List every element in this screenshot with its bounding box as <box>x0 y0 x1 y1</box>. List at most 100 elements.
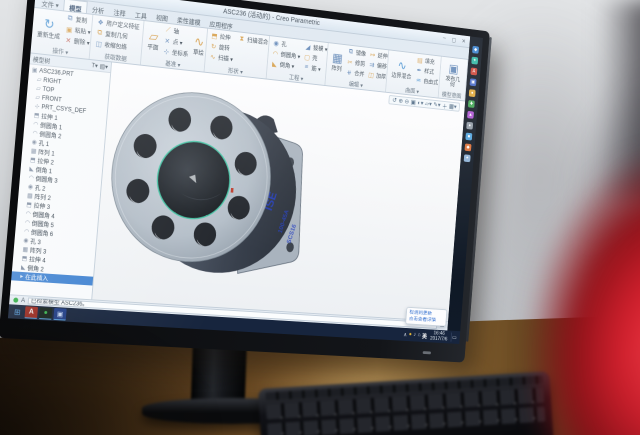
desktop-shortcut-icon[interactable]: ▲ <box>467 111 474 119</box>
taskbar-app-icon[interactable]: ● <box>39 307 52 320</box>
feature-icon: ◣ <box>29 165 34 172</box>
graphics-toolbar-icon[interactable]: ▱▾ <box>425 100 432 108</box>
ribbon-button[interactable]: ∿边界混合 <box>388 52 415 87</box>
ribbon-button-icon: ✒ <box>416 66 423 74</box>
graphics-toolbar-icon[interactable]: ◐▾ <box>417 99 423 107</box>
ribbon-button-icon: ≡ <box>303 64 310 71</box>
taskbar-apps: A●▣ <box>24 306 66 320</box>
ribbon-button-icon: ▣ <box>448 61 459 77</box>
ribbon-button[interactable]: ⧺合并 <box>344 67 367 80</box>
ribbon-button-icon: ◢ <box>304 43 311 51</box>
desktop-shortcut-icon[interactable]: A <box>470 67 477 75</box>
tray-icon[interactable]: ♪ <box>413 332 416 338</box>
feature-icon: ⬒ <box>34 112 40 119</box>
graphics-toolbar-icon[interactable]: ＋ <box>442 101 448 111</box>
ribbon-button[interactable]: ⊹坐标系 <box>160 45 190 59</box>
ribbon-button[interactable]: ▣发布几何 <box>440 58 465 92</box>
tray-icon[interactable]: ⌂ <box>417 332 420 338</box>
ribbon-button[interactable]: ◫加厚 <box>366 69 389 82</box>
ribbon-button-icon: ✂ <box>346 58 353 66</box>
minimize-button[interactable]: – <box>440 35 448 42</box>
notification-line: 点击查看详情 <box>409 316 444 324</box>
graphics-toolbar-icon[interactable]: ✎▾ <box>433 101 441 109</box>
ribbon-button[interactable]: ≡筋 ▾ <box>301 62 328 75</box>
monitor: □⇓↶↷↻▾ ASC236 (活动的) - Creo Parametric – … <box>0 0 490 363</box>
ribbon-button-icon: ↻ <box>210 42 218 50</box>
desktop-shortcut-icon[interactable]: ✦ <box>464 154 471 162</box>
photo-scene: □⇓↶↷↻▾ ASC236 (活动的) - Creo Parametric – … <box>0 0 640 435</box>
feature-icon: ◠ <box>25 210 31 217</box>
ribbon-button[interactable]: ↻重新生成 <box>33 9 65 47</box>
ribbon-button-icon: ∿ <box>209 52 217 60</box>
feature-icon: ⬒ <box>21 255 27 262</box>
model-tree-toolbar-icon[interactable]: ▤▾ <box>99 63 108 71</box>
status-select-icon[interactable]: A <box>21 297 25 303</box>
ribbon-button[interactable]: ⧗扫描混合 <box>236 33 270 47</box>
feature-icon: ◠ <box>24 228 30 235</box>
desktop-shortcut-icon[interactable]: ● <box>466 122 473 130</box>
notification-bubble[interactable]: 检测到更新 点击查看详情 <box>405 307 447 327</box>
feature-icon: ◉ <box>31 139 37 146</box>
ribbon-button-icon: ♒ <box>415 76 422 84</box>
ribbon-button-icon: ✕ <box>163 37 171 46</box>
ribbon-button-icon: ◠ <box>272 49 280 57</box>
taskbar-app-icon[interactable]: ▣ <box>53 308 66 321</box>
ribbon-group-operations: ↻重新生成⧉复制▣粘贴 ▾✕删除 ▾ 操作 ▾ <box>31 8 94 59</box>
ribbon-button-icon: ∿ <box>397 58 407 74</box>
desktop-shortcut-icon[interactable]: ● <box>469 89 476 97</box>
ribbon-button-icon: ⇉ <box>368 61 375 69</box>
desktop-shortcut-icon[interactable]: ◆ <box>465 143 472 151</box>
close-button[interactable]: ✕ <box>460 37 468 44</box>
desktop-shortcut-icon[interactable]: ◆ <box>472 46 479 54</box>
feature-icon: ◉ <box>28 183 34 190</box>
feature-icon: ▸ <box>20 273 24 280</box>
taskbar-clock[interactable]: 16:46 2017/7/6 <box>428 330 449 342</box>
ribbon-button-icon: ✕ <box>64 36 72 45</box>
ribbon-button-icon: ❖ <box>97 18 105 27</box>
3d-model-flange[interactable]: ISE 100-45A SCS16 <box>95 65 326 304</box>
ribbon-button[interactable]: ∿扫描 ▾ <box>207 51 235 65</box>
model-tree-toolbar-icon[interactable]: T▾ <box>91 62 98 70</box>
ribbon-button-icon: ▤ <box>416 56 423 64</box>
feature-icon: ⬒ <box>30 156 36 163</box>
ribbon-button[interactable]: ✕删除 ▾ <box>62 34 92 48</box>
taskbar-app-icon[interactable]: A <box>24 306 38 319</box>
tray-icon[interactable]: ∧ <box>403 331 407 338</box>
desktop-shortcut-icon[interactable]: ■ <box>465 133 472 141</box>
tray-icon[interactable]: ● <box>409 332 412 338</box>
system-tray: ∧●♪⌂ <box>403 331 420 338</box>
desktop-shortcut-icon[interactable]: ✦ <box>471 57 478 65</box>
graphics-toolbar-icon[interactable]: ↺ <box>392 96 397 104</box>
ribbon-button-icon: ⊹ <box>162 47 170 56</box>
start-button[interactable]: ⊞ <box>11 307 23 317</box>
input-method-badge[interactable]: 英 <box>422 331 428 340</box>
ribbon-button-icon: ◣ <box>271 60 279 68</box>
ribbon-button[interactable]: ♒自由式 <box>413 75 440 88</box>
clock-date: 2017/7/6 <box>430 336 448 342</box>
feature-icon: ▣ <box>32 67 38 75</box>
feature-icon: ▦ <box>27 192 33 199</box>
graphics-area[interactable]: ↺⊕⊖▣◐▾▱▾✎▾＋▦▾ <box>92 62 465 321</box>
graphics-toolbar-icon[interactable]: ⊕ <box>398 97 403 105</box>
model-tree-title: 模型树 <box>33 54 51 65</box>
ribbon-group-engineering: ◉孔◠倒圆角 ▾◣倒角 ▾◢拔模 ▾▢壳≡筋 ▾ 工程 ▾ <box>266 36 329 85</box>
feature-icon: ▦ <box>22 246 28 253</box>
feature-icon: ◠ <box>25 219 31 226</box>
desktop-shortcut-icon[interactable]: ▣ <box>470 78 477 86</box>
graphics-toolbar-icon[interactable]: ▣ <box>410 98 416 106</box>
ribbon-button-icon: ▦ <box>332 50 344 66</box>
maximize-button[interactable]: ▢ <box>450 36 458 43</box>
monitor-power-led <box>423 351 431 354</box>
screen: □⇓↶↷↻▾ ASC236 (活动的) - Creo Parametric – … <box>8 0 483 344</box>
ribbon-button-icon: ▣ <box>65 25 73 34</box>
ribbon-button-icon: ⧉ <box>347 48 354 56</box>
desktop-shortcut-icon[interactable]: ✚ <box>468 100 475 108</box>
action-center-button[interactable]: ▭ <box>451 333 458 342</box>
ribbon-button-icon: ◫ <box>367 71 374 79</box>
ribbon-group-surfaces: ∿边界混合▤填充✒样式♒自由式 曲面 ▾ <box>386 50 442 97</box>
graphics-toolbar-icon[interactable]: ▦▾ <box>449 102 457 110</box>
ribbon-button-icon: ▢ <box>303 53 310 61</box>
graphics-toolbar-icon[interactable]: ⊖ <box>404 98 409 106</box>
ribbon-group-shapes: ⬒拉伸↻旋转∿扫描 ▾⧗扫描混合 形状 ▾ <box>204 29 269 79</box>
feature-icon: ◠ <box>33 121 39 128</box>
